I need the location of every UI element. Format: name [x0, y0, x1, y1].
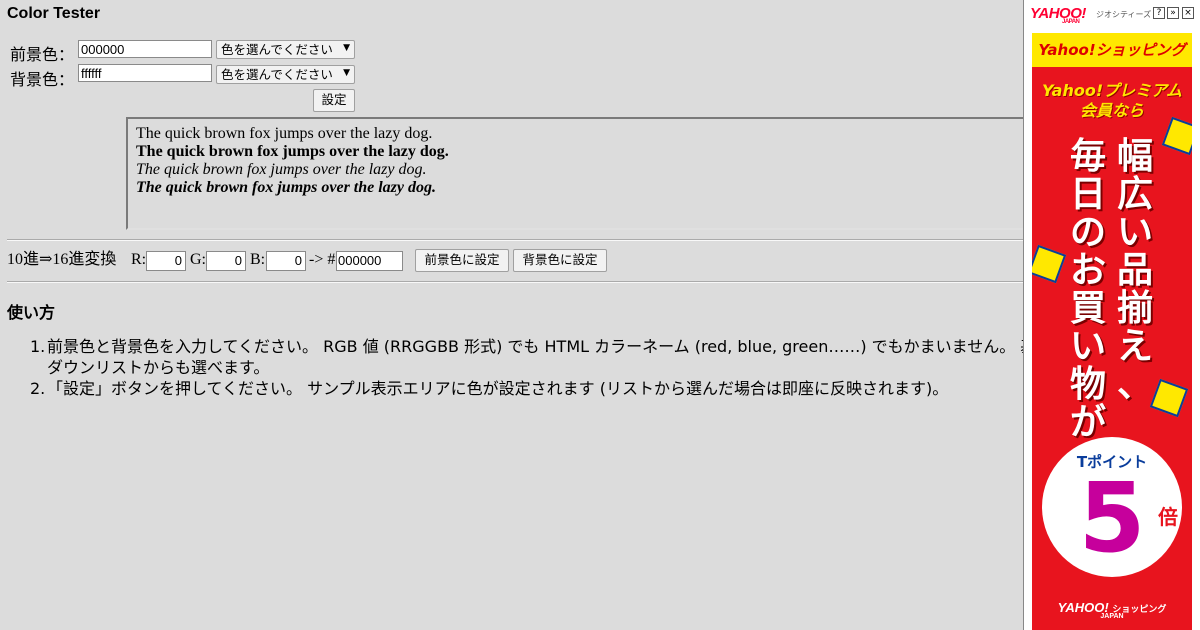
step-text-continued: ダウンリストからも選べます。	[47, 358, 270, 377]
multiplier-suffix: 倍	[1158, 505, 1178, 529]
step-text: 「設定」ボタンを押してください。 サンプル表示エリアに色が設定されます (リスト…	[47, 379, 949, 398]
set-foreground-button[interactable]: 前景色に設定	[415, 249, 509, 272]
ad-footer-logo: YAHOO! ショッピング JAPAN	[1057, 600, 1167, 620]
yahoo-logo: YAHOO! JAPAN	[1030, 5, 1086, 25]
r-input[interactable]: 0	[146, 251, 186, 271]
ad-header: YAHOO! JAPAN ジオシティーズ ? » ×	[1024, 0, 1200, 28]
ad-shop-title: Yahoo!ショッピング	[1032, 33, 1192, 67]
divider	[7, 239, 1023, 241]
step-number: 2.	[30, 379, 46, 398]
hex-input[interactable]: 000000	[336, 251, 403, 271]
sample-line-italic: The quick brown fox jumps over the lazy …	[136, 161, 427, 178]
ad-help-icon[interactable]: ?	[1153, 7, 1165, 19]
ad-banner[interactable]: Yahoo!ショッピング Yahoo!プレミアム 会員なら 幅広い品揃え、 毎日…	[1032, 33, 1192, 630]
main-content: Color Tester 前景色： 000000 色を選んでください ▼ 背景色…	[0, 0, 1023, 630]
hex-arrow: -> #	[309, 251, 336, 268]
foreground-row: 前景色： 000000 色を選んでください ▼	[0, 39, 1023, 64]
sample-line-bold: The quick brown fox jumps over the lazy …	[136, 143, 449, 160]
converter-label: 10進⇒16進変換	[7, 251, 117, 268]
list-item: 2. 「設定」ボタンを押してください。 サンプル表示エリアに色が設定されます (…	[30, 378, 1023, 399]
usage-heading: 使い方	[7, 303, 56, 322]
g-label: G:	[190, 251, 206, 268]
sample-line-regular: The quick brown fox jumps over the lazy …	[136, 125, 433, 142]
background-select-value: 色を選んでください	[221, 67, 333, 82]
dropdown-arrow-icon: ▼	[343, 68, 350, 78]
dropdown-arrow-icon: ▼	[343, 43, 350, 53]
step-text: 前景色と背景色を入力してください。 RGB 値 (RRGGBB 形式) でも H…	[47, 337, 1023, 356]
advertisement[interactable]: YAHOO! JAPAN ジオシティーズ ? » × Yahoo!ショッピング Y…	[1023, 0, 1200, 630]
tpoint-badge: Tポイント 5 倍	[1042, 437, 1182, 577]
usage-steps: 1. 前景色と背景色を入力してください。 RGB 値 (RRGGBB 形式) で…	[30, 336, 1023, 399]
list-item: 1. 前景色と背景色を入力してください。 RGB 値 (RRGGBB 形式) で…	[30, 336, 1023, 378]
background-row: 背景色： ffffff 色を選んでください ▼	[0, 64, 1023, 89]
ad-network-label: ジオシティーズ	[1096, 10, 1152, 19]
set-background-button[interactable]: 背景色に設定	[513, 249, 607, 272]
cube-icon	[1161, 116, 1192, 156]
b-input[interactable]: 0	[266, 251, 306, 271]
ad-close-icon[interactable]: ×	[1182, 7, 1194, 19]
foreground-select[interactable]: 色を選んでください ▼	[216, 40, 355, 59]
background-input[interactable]: ffffff	[78, 64, 212, 82]
foreground-select-value: 色を選んでください	[221, 42, 333, 57]
page-title: Color Tester	[7, 5, 101, 22]
ad-premium-text: Yahoo!プレミアム 会員なら	[1041, 81, 1183, 120]
foreground-input[interactable]: 000000	[78, 40, 212, 58]
background-select[interactable]: 色を選んでください ▼	[216, 65, 355, 84]
sample-display-area: The quick brown fox jumps over the lazy …	[126, 117, 1023, 230]
foreground-label: 前景色：	[10, 45, 75, 64]
b-label: B:	[250, 251, 266, 268]
cube-icon	[1149, 378, 1189, 418]
cube-icon	[1032, 244, 1067, 284]
sample-line-bold-italic: The quick brown fox jumps over the lazy …	[136, 179, 437, 196]
step-number: 1.	[30, 337, 46, 356]
r-label: R:	[131, 251, 147, 268]
ad-slogan-left: 毎日のお買い物が	[1069, 136, 1106, 443]
ad-slogan-right: 幅広い品揃え、	[1116, 136, 1153, 405]
background-label: 背景色：	[10, 70, 75, 89]
multiplier-number: 5	[1078, 462, 1146, 574]
divider	[7, 281, 1023, 283]
g-input[interactable]: 0	[206, 251, 246, 271]
ad-expand-icon[interactable]: »	[1167, 7, 1179, 19]
set-button[interactable]: 設定	[313, 89, 355, 112]
